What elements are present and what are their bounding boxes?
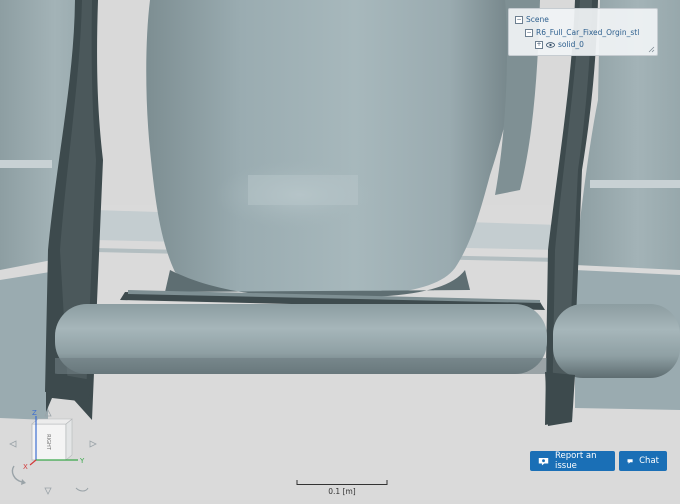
axis-z-label: Z	[32, 409, 37, 417]
home-view-icon[interactable]	[75, 487, 89, 492]
chat-bubble-icon	[627, 458, 633, 464]
rotate-ccw-arrowhead	[21, 479, 26, 485]
body-highlight-band	[248, 175, 358, 205]
chat-button[interactable]: Chat	[619, 451, 667, 471]
minus-box-icon[interactable]: −	[525, 28, 533, 37]
tree-item-model[interactable]: − R6_Full_Car_Fixed_Orgin_stl	[525, 28, 639, 37]
wing-tube-shade	[55, 358, 547, 374]
rotate-right-arrow-icon[interactable]	[89, 440, 97, 448]
tree-item-scene-label: Scene	[526, 15, 549, 24]
rotate-down-arrow-icon[interactable]	[44, 487, 52, 495]
left-side-strip	[0, 160, 52, 168]
left-wheel-lower	[0, 272, 50, 420]
3d-viewport[interactable]	[0, 0, 680, 500]
navigation-cube[interactable]: RIGHT Z Y X	[6, 408, 102, 500]
right-side-strip	[590, 180, 680, 188]
axis-y-label: Y	[79, 457, 85, 465]
resize-grip-icon[interactable]	[647, 45, 655, 53]
tree-item-solid-label: solid_0	[558, 40, 584, 49]
report-issue-label: Report an issue	[555, 451, 597, 471]
rotate-left-arrow-icon[interactable]	[9, 440, 17, 448]
nav-cube-side	[65, 418, 73, 461]
plus-box-icon[interactable]: +	[535, 40, 543, 49]
nav-cube-face-label: RIGHT	[45, 434, 51, 451]
tree-item-model-label: R6_Full_Car_Fixed_Orgin_stl	[536, 28, 640, 37]
tree-item-scene[interactable]: − Scene	[515, 15, 549, 24]
wing-tube-right	[553, 304, 680, 378]
chat-label: Chat	[639, 456, 659, 466]
right-endplate-foot	[545, 372, 575, 426]
axis-x-label: X	[23, 463, 28, 471]
rotate-up-arrow-icon[interactable]	[44, 409, 52, 417]
scale-bar: 0.1 [m]	[296, 480, 388, 498]
scale-bar-label: 0.1 [m]	[328, 487, 356, 496]
x-axis-line	[29, 459, 37, 466]
minus-box-icon[interactable]: −	[515, 15, 523, 24]
tree-item-solid[interactable]: + solid_0	[535, 40, 584, 49]
report-icon	[538, 457, 549, 465]
eye-icon[interactable]	[546, 41, 555, 48]
nav-cube-top	[31, 418, 73, 425]
scene-tree-panel: − Scene − R6_Full_Car_Fixed_Orgin_stl + …	[508, 8, 658, 56]
report-issue-button[interactable]: Report an issue	[530, 451, 615, 471]
rotate-ccw-icon[interactable]	[11, 465, 23, 483]
